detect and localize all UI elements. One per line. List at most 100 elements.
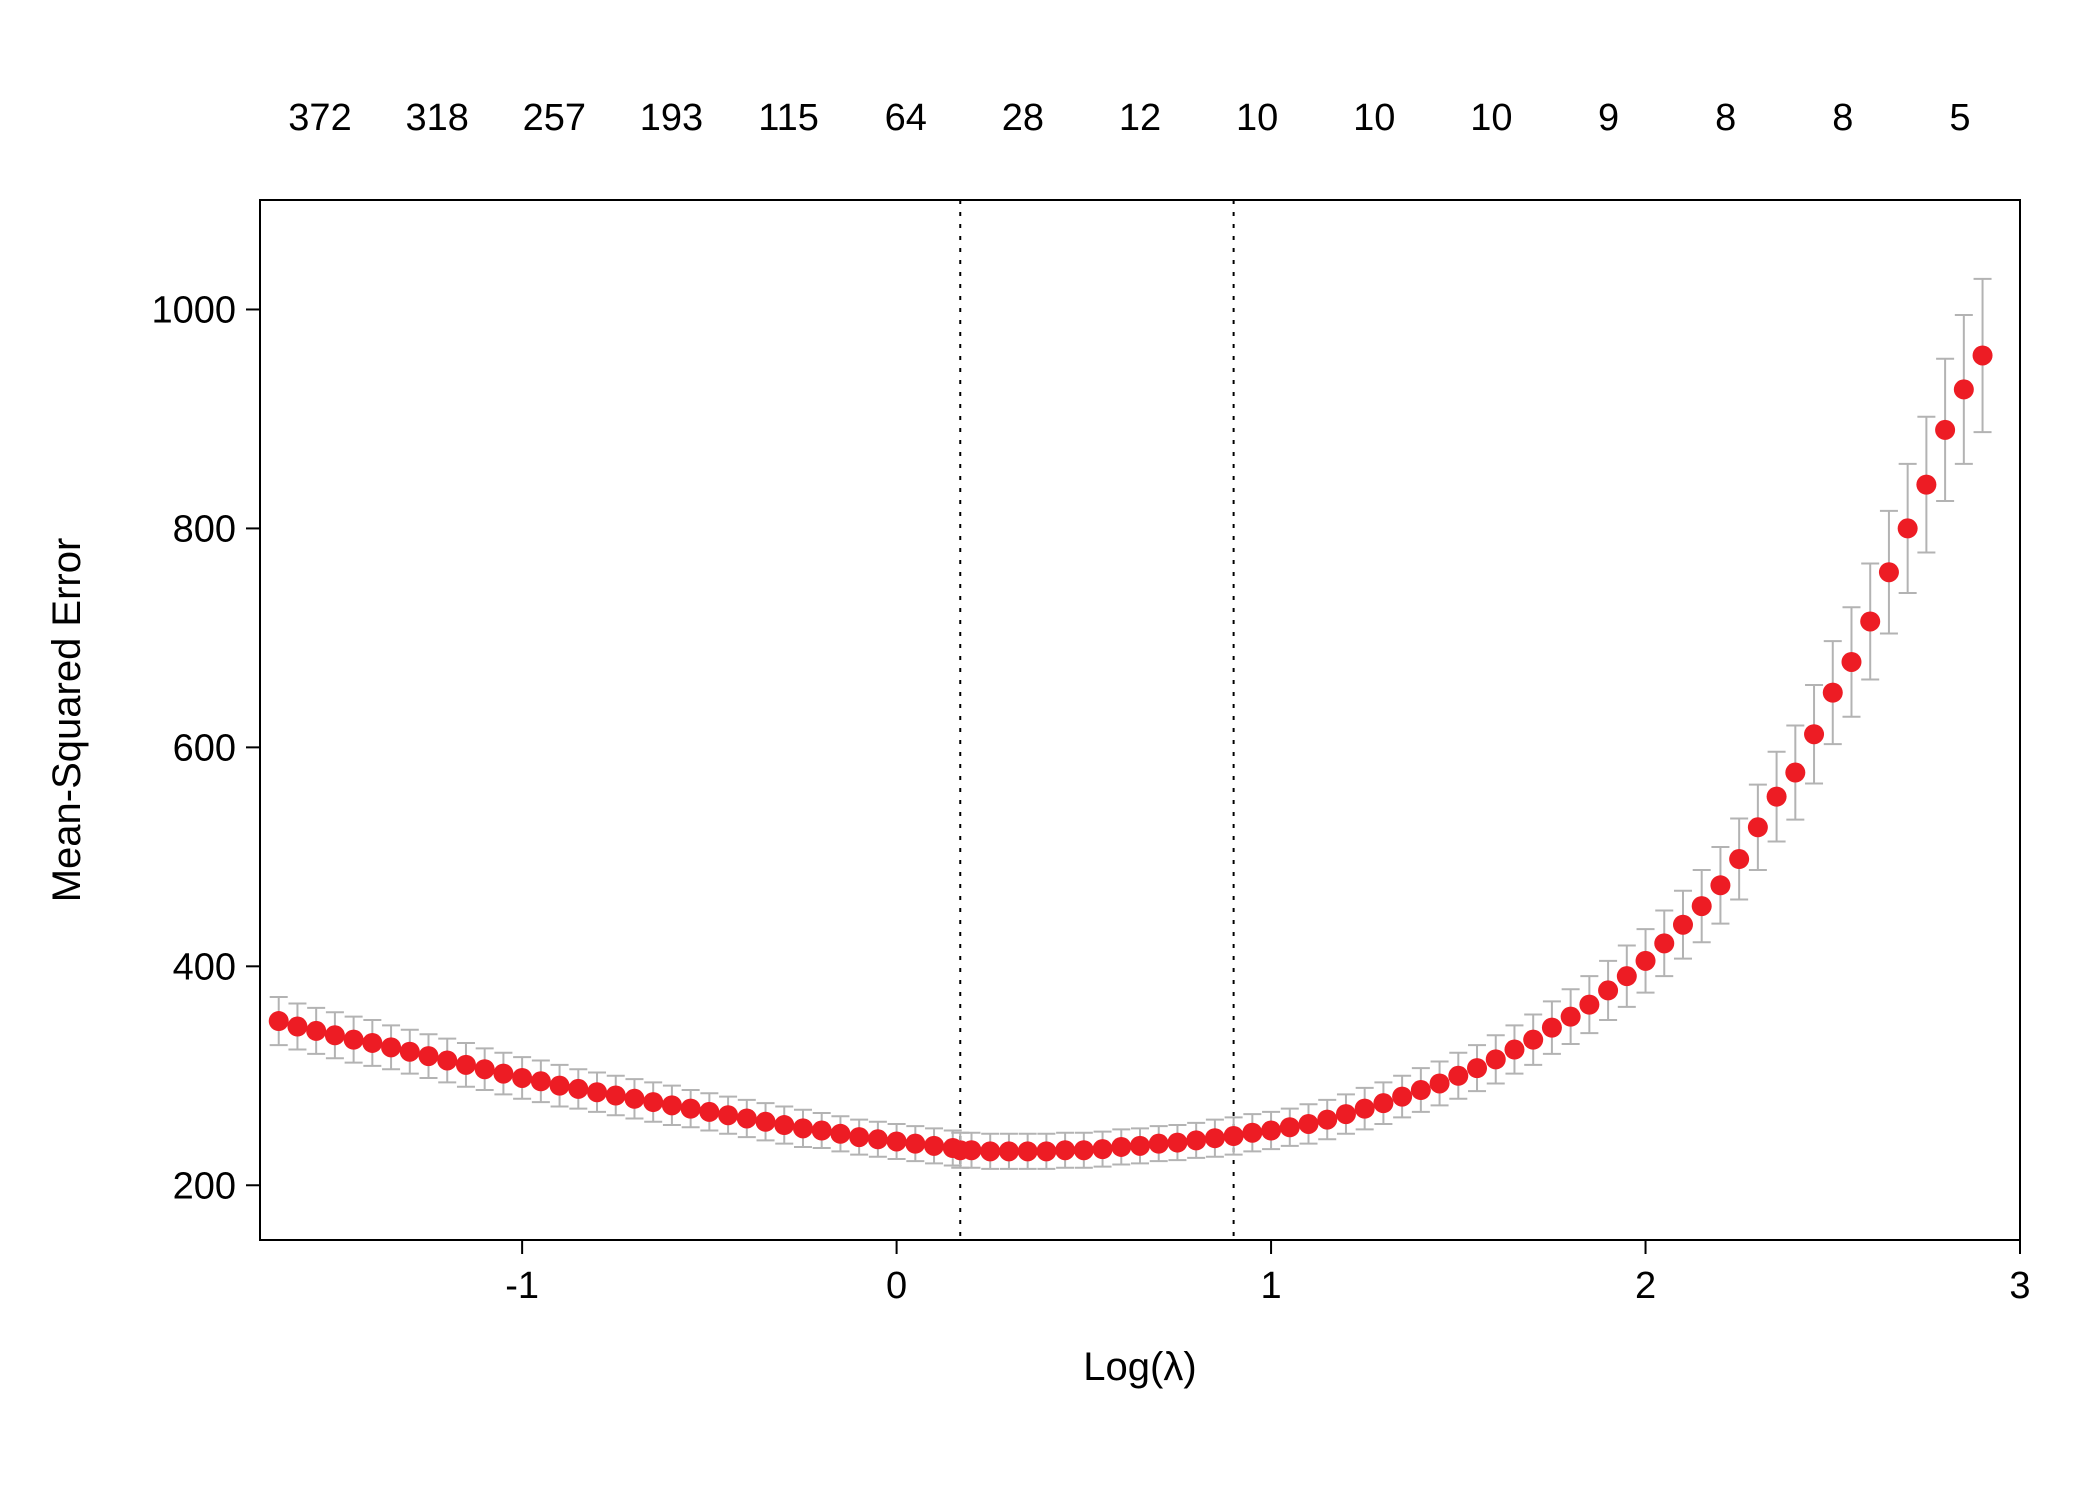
data-point [830,1124,850,1144]
data-point [1392,1087,1412,1107]
x-tick-label: 3 [2009,1265,2030,1307]
cv-glmnet-plot: -1 0 12 3 200 400 600 800 1000 Log(λ) Mean-Squared… [0,0,2100,1500]
data-point [1149,1134,1169,1154]
data-point [1504,1040,1524,1060]
data-point [1729,849,1749,869]
data-point [1692,896,1712,916]
data-point [887,1131,907,1151]
nonzero-count-label: 10 [1236,97,1278,139]
x-tick-label: 0 [886,1265,907,1307]
nonzero-count-label: 8 [1832,97,1853,139]
data-point [1898,518,1918,538]
data-point [1916,475,1936,495]
data-point [737,1108,757,1128]
data-point [1767,787,1787,807]
data-point [1561,1007,1581,1027]
data-point [662,1095,682,1115]
data-point [924,1136,944,1156]
nonzero-count-label: 10 [1353,97,1395,139]
data-point [774,1115,794,1135]
data-point [1542,1018,1562,1038]
nonzero-count-label: 9 [1598,97,1619,139]
y-tick-label: 600 [173,727,236,769]
x-tick-label: 1 [1260,1265,1281,1307]
data-point [1879,562,1899,582]
data-point [1111,1137,1131,1157]
nonzero-count-label: 318 [405,97,468,139]
data-point [419,1046,439,1066]
data-point [1467,1058,1487,1078]
data-point [1036,1141,1056,1161]
x-tick-label: -1 [505,1265,539,1307]
y-axis-label: Mean-Squared Error [45,538,89,903]
data-point [550,1076,570,1096]
nonzero-count-label: 5 [1949,97,1970,139]
data-point [1336,1104,1356,1124]
data-point [587,1082,607,1102]
data-point [681,1099,701,1119]
data-point [1355,1099,1375,1119]
data-point [1261,1121,1281,1141]
data-point [1299,1114,1319,1134]
nonzero-count-label: 12 [1119,97,1161,139]
data-point [531,1071,551,1091]
nonzero-count-label: 64 [885,97,927,139]
data-point [1130,1136,1150,1156]
data-point [868,1129,888,1149]
data-point [718,1105,738,1125]
data-point [1205,1128,1225,1148]
data-point [269,1011,289,1031]
data-point [1579,995,1599,1015]
data-point [475,1059,495,1079]
nonzero-count-label: 115 [758,97,819,139]
data-point [306,1021,326,1041]
x-axis-label: Log(λ) [1083,1345,1196,1389]
data-point [1617,966,1637,986]
data-point [287,1017,307,1037]
data-point [756,1112,776,1132]
data-point [344,1030,364,1050]
data-point [400,1042,420,1062]
data-point [1074,1140,1094,1160]
data-point [1486,1049,1506,1069]
data-point [362,1033,382,1053]
y-tick-label: 1000 [151,289,236,331]
nonzero-count-label: 257 [523,97,586,139]
data-point [643,1092,663,1112]
data-point [1748,817,1768,837]
chart-svg: -1 0 12 3 200 400 600 800 1000 Log(λ) Mean-Squared… [0,0,2100,1500]
nonzero-count-label: 372 [288,97,351,139]
data-point [812,1121,832,1141]
data-point [381,1037,401,1057]
data-point [1654,933,1674,953]
data-point [325,1025,345,1045]
data-point [1710,875,1730,895]
nonzero-count-label: 28 [1002,97,1044,139]
data-point [1935,420,1955,440]
data-point [1785,763,1805,783]
data-point [1280,1117,1300,1137]
nonzero-count-label: 10 [1470,97,1512,139]
data-point [1373,1093,1393,1113]
data-point [1242,1123,1262,1143]
data-point [1411,1080,1431,1100]
data-point [568,1079,588,1099]
data-point [793,1118,813,1138]
data-point [624,1089,644,1109]
data-point [1954,379,1974,399]
data-point [1841,652,1861,672]
y-tick-label: 200 [173,1165,236,1207]
data-point [512,1068,532,1088]
y-tick-label: 400 [173,946,236,988]
data-point [456,1055,476,1075]
nonzero-count-label: 193 [640,97,703,139]
data-point [493,1064,513,1084]
data-point [1860,611,1880,631]
data-point [1317,1110,1337,1130]
data-point [1186,1130,1206,1150]
data-point [1093,1139,1113,1159]
data-point [1018,1141,1038,1161]
data-point [1167,1133,1187,1153]
y-tick-label: 800 [173,508,236,550]
data-point [999,1141,1019,1161]
